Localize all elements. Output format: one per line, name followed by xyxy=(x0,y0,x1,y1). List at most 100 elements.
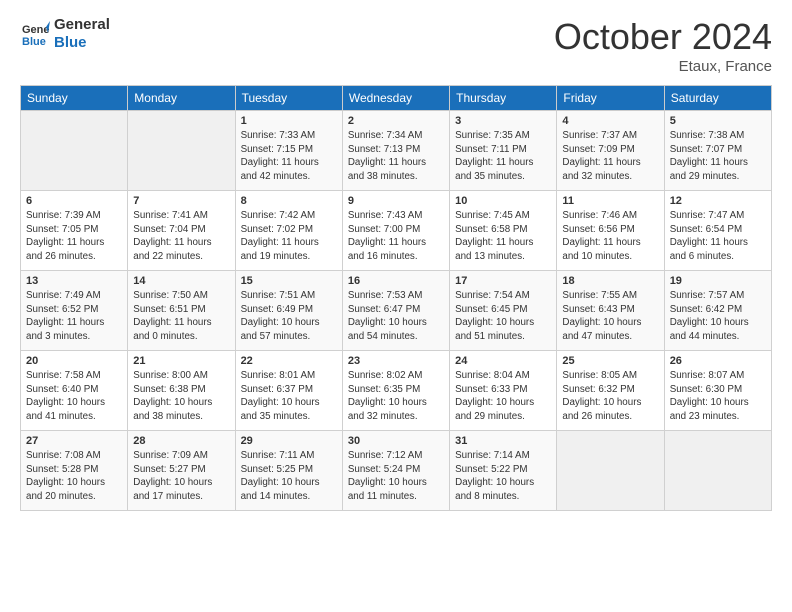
day-cell: 11Sunrise: 7:46 AM Sunset: 6:56 PM Dayli… xyxy=(557,191,664,271)
header-row: SundayMondayTuesdayWednesdayThursdayFrid… xyxy=(21,86,772,111)
day-number: 12 xyxy=(670,195,766,207)
day-cell: 6Sunrise: 7:39 AM Sunset: 7:05 PM Daylig… xyxy=(21,191,128,271)
day-info: Sunrise: 7:35 AM Sunset: 7:11 PM Dayligh… xyxy=(455,129,551,184)
day-number: 13 xyxy=(26,275,122,287)
day-info: Sunrise: 7:42 AM Sunset: 7:02 PM Dayligh… xyxy=(241,209,337,264)
day-number: 31 xyxy=(455,435,551,447)
header-thursday: Thursday xyxy=(450,86,557,111)
day-number: 23 xyxy=(348,355,444,367)
day-info: Sunrise: 7:55 AM Sunset: 6:43 PM Dayligh… xyxy=(562,289,658,344)
day-info: Sunrise: 7:38 AM Sunset: 7:07 PM Dayligh… xyxy=(670,129,766,184)
day-number: 20 xyxy=(26,355,122,367)
day-info: Sunrise: 7:47 AM Sunset: 6:54 PM Dayligh… xyxy=(670,209,766,264)
header-friday: Friday xyxy=(557,86,664,111)
day-info: Sunrise: 7:37 AM Sunset: 7:09 PM Dayligh… xyxy=(562,129,658,184)
day-number: 10 xyxy=(455,195,551,207)
day-info: Sunrise: 7:43 AM Sunset: 7:00 PM Dayligh… xyxy=(348,209,444,264)
logo-blue: Blue xyxy=(54,34,110,52)
day-cell: 29Sunrise: 7:11 AM Sunset: 5:25 PM Dayli… xyxy=(235,431,342,511)
day-cell: 24 Sunrise: 8:04 AM Sunset: 6:33 PM Dayli… xyxy=(450,351,557,431)
week-row-1: 1 Sunrise: 7:33 AM Sunset: 7:15 PM Daylig… xyxy=(21,111,772,191)
day-number: 7 xyxy=(133,195,229,207)
day-cell: 14Sunrise: 7:50 AM Sunset: 6:51 PM Dayli… xyxy=(128,271,235,351)
day-number: 22 xyxy=(241,355,337,367)
day-cell: 30 Sunrise: 7:12 AM Sunset: 5:24 PM Dayli… xyxy=(342,431,449,511)
header-tuesday: Tuesday xyxy=(235,86,342,111)
day-cell: 2 Sunrise: 7:34 AM Sunset: 7:13 PM Daylig… xyxy=(342,111,449,191)
day-number: 28 xyxy=(133,435,229,447)
day-number: 15 xyxy=(241,275,337,287)
title-block: October 2024 Etaux, France xyxy=(554,16,772,75)
day-info: Sunrise: 7:33 AM Sunset: 7:15 PM Dayligh… xyxy=(241,129,337,184)
day-number: 9 xyxy=(348,195,444,207)
week-row-5: 27 Sunrise: 7:08 AM Sunset: 5:28 PM Dayli… xyxy=(21,431,772,511)
day-info: Sunrise: 8:00 AM Sunset: 6:38 PM Dayligh… xyxy=(133,369,229,424)
svg-text:Blue: Blue xyxy=(22,36,46,48)
day-cell: 10Sunrise: 7:45 AM Sunset: 6:58 PM Dayli… xyxy=(450,191,557,271)
month-title: October 2024 xyxy=(554,16,772,58)
day-cell: 3 Sunrise: 7:35 AM Sunset: 7:11 PM Daylig… xyxy=(450,111,557,191)
day-number: 25 xyxy=(562,355,658,367)
day-number: 3 xyxy=(455,115,551,127)
day-cell: 4 Sunrise: 7:37 AM Sunset: 7:09 PM Daylig… xyxy=(557,111,664,191)
day-cell: 15 Sunrise: 7:51 AM Sunset: 6:49 PM Dayli… xyxy=(235,271,342,351)
day-number: 27 xyxy=(26,435,122,447)
day-cell xyxy=(557,431,664,511)
day-number: 18 xyxy=(562,275,658,287)
header-saturday: Saturday xyxy=(664,86,771,111)
day-cell: 25 Sunrise: 8:05 AM Sunset: 6:32 PM Dayli… xyxy=(557,351,664,431)
header-wednesday: Wednesday xyxy=(342,86,449,111)
week-row-3: 13Sunrise: 7:49 AM Sunset: 6:52 PM Dayli… xyxy=(21,271,772,351)
day-info: Sunrise: 8:04 AM Sunset: 6:33 PM Dayligh… xyxy=(455,369,551,424)
header-sunday: Sunday xyxy=(21,86,128,111)
logo-icon: General Blue xyxy=(20,19,50,49)
day-info: Sunrise: 7:50 AM Sunset: 6:51 PM Dayligh… xyxy=(133,289,229,344)
day-info: Sunrise: 8:05 AM Sunset: 6:32 PM Dayligh… xyxy=(562,369,658,424)
day-info: Sunrise: 7:53 AM Sunset: 6:47 PM Dayligh… xyxy=(348,289,444,344)
day-info: Sunrise: 7:57 AM Sunset: 6:42 PM Dayligh… xyxy=(670,289,766,344)
day-info: Sunrise: 7:41 AM Sunset: 7:04 PM Dayligh… xyxy=(133,209,229,264)
day-number: 8 xyxy=(241,195,337,207)
week-row-2: 6Sunrise: 7:39 AM Sunset: 7:05 PM Daylig… xyxy=(21,191,772,271)
day-number: 30 xyxy=(348,435,444,447)
day-number: 21 xyxy=(133,355,229,367)
day-info: Sunrise: 8:07 AM Sunset: 6:30 PM Dayligh… xyxy=(670,369,766,424)
day-number: 26 xyxy=(670,355,766,367)
day-number: 1 xyxy=(241,115,337,127)
day-cell: 12 Sunrise: 7:47 AM Sunset: 6:54 PM Dayli… xyxy=(664,191,771,271)
day-info: Sunrise: 7:12 AM Sunset: 5:24 PM Dayligh… xyxy=(348,449,444,504)
day-cell: 19 Sunrise: 7:57 AM Sunset: 6:42 PM Dayli… xyxy=(664,271,771,351)
logo-general: General xyxy=(54,16,110,34)
day-info: Sunrise: 7:58 AM Sunset: 6:40 PM Dayligh… xyxy=(26,369,122,424)
day-cell: 1 Sunrise: 7:33 AM Sunset: 7:15 PM Daylig… xyxy=(235,111,342,191)
day-cell: 9 Sunrise: 7:43 AM Sunset: 7:00 PM Daylig… xyxy=(342,191,449,271)
day-number: 19 xyxy=(670,275,766,287)
day-info: Sunrise: 8:01 AM Sunset: 6:37 PM Dayligh… xyxy=(241,369,337,424)
day-info: Sunrise: 7:09 AM Sunset: 5:27 PM Dayligh… xyxy=(133,449,229,504)
day-info: Sunrise: 7:34 AM Sunset: 7:13 PM Dayligh… xyxy=(348,129,444,184)
day-number: 5 xyxy=(670,115,766,127)
day-number: 2 xyxy=(348,115,444,127)
day-info: Sunrise: 7:08 AM Sunset: 5:28 PM Dayligh… xyxy=(26,449,122,504)
day-cell: 21 Sunrise: 8:00 AM Sunset: 6:38 PM Dayli… xyxy=(128,351,235,431)
day-cell xyxy=(128,111,235,191)
day-cell: 17Sunrise: 7:54 AM Sunset: 6:45 PM Dayli… xyxy=(450,271,557,351)
week-row-4: 20 Sunrise: 7:58 AM Sunset: 6:40 PM Dayli… xyxy=(21,351,772,431)
day-info: Sunrise: 7:39 AM Sunset: 7:05 PM Dayligh… xyxy=(26,209,122,264)
day-number: 4 xyxy=(562,115,658,127)
day-cell xyxy=(664,431,771,511)
day-cell: 23 Sunrise: 8:02 AM Sunset: 6:35 PM Dayli… xyxy=(342,351,449,431)
day-number: 16 xyxy=(348,275,444,287)
page: General Blue General Blue October 2024 E… xyxy=(0,0,792,521)
day-cell: 27 Sunrise: 7:08 AM Sunset: 5:28 PM Dayli… xyxy=(21,431,128,511)
day-cell: 28 Sunrise: 7:09 AM Sunset: 5:27 PM Dayli… xyxy=(128,431,235,511)
day-cell: 13Sunrise: 7:49 AM Sunset: 6:52 PM Dayli… xyxy=(21,271,128,351)
day-cell: 8 Sunrise: 7:42 AM Sunset: 7:02 PM Daylig… xyxy=(235,191,342,271)
day-cell: 5 Sunrise: 7:38 AM Sunset: 7:07 PM Daylig… xyxy=(664,111,771,191)
day-number: 17 xyxy=(455,275,551,287)
day-info: Sunrise: 8:02 AM Sunset: 6:35 PM Dayligh… xyxy=(348,369,444,424)
day-number: 24 xyxy=(455,355,551,367)
day-info: Sunrise: 7:51 AM Sunset: 6:49 PM Dayligh… xyxy=(241,289,337,344)
day-number: 29 xyxy=(241,435,337,447)
day-cell: 18 Sunrise: 7:55 AM Sunset: 6:43 PM Dayli… xyxy=(557,271,664,351)
